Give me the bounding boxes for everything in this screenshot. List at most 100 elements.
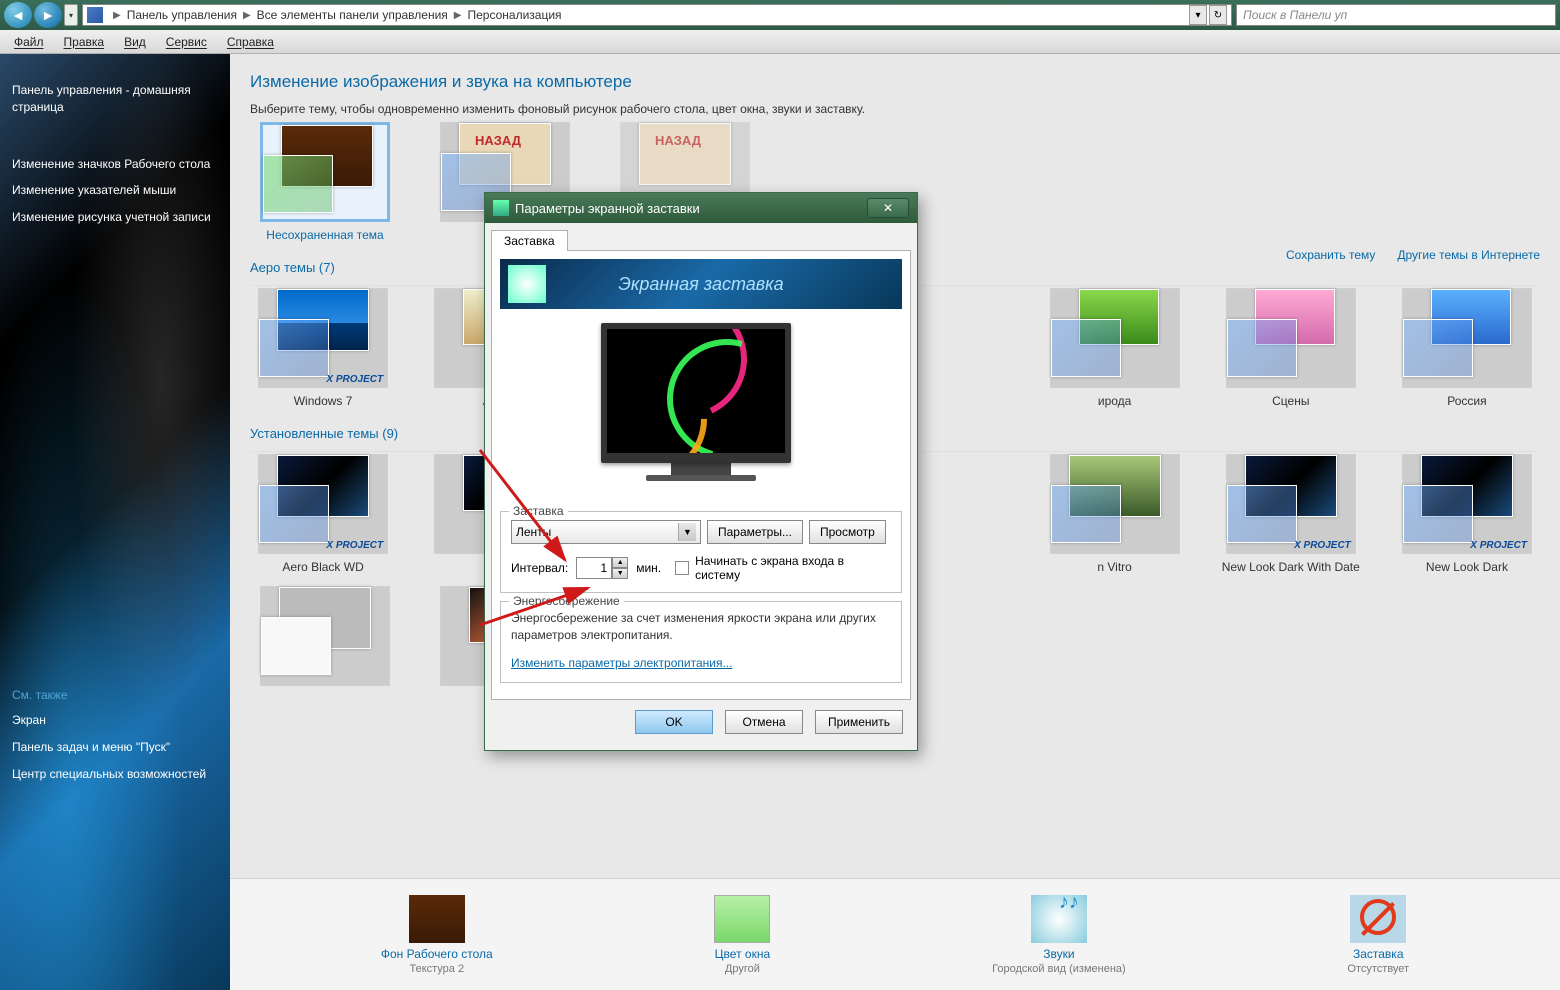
sidebar-account-picture[interactable]: Изменение рисунка учетной записи: [12, 209, 218, 226]
desktop-bg-icon: [409, 895, 465, 943]
bottom-sub: Текстура 2: [381, 963, 493, 975]
theme-item[interactable]: n Vitro: [1042, 454, 1188, 574]
theme-label: Сцены: [1218, 394, 1364, 408]
address-dropdown[interactable]: ▾: [1189, 5, 1207, 25]
sidebar-taskbar[interactable]: Панель задач и меню "Пуск": [12, 739, 218, 756]
spin-down[interactable]: ▼: [612, 568, 628, 579]
theme-thumb: X PROJECT: [1402, 454, 1532, 554]
location-icon: [87, 7, 103, 23]
banner-text: Экранная заставка: [618, 274, 783, 295]
breadcrumb-bar[interactable]: ▶ Панель управления ▶ Все элементы панел…: [82, 4, 1232, 26]
screensaver-group: Заставка Ленты ▼ Параметры... Просмотр И…: [500, 511, 902, 593]
chevron-right-icon: ▶: [454, 10, 462, 21]
sidebar-ease-of-access[interactable]: Центр специальных возможностей: [12, 766, 218, 783]
theme-thumb: [1050, 288, 1180, 388]
address-toolbar: ◄ ► ▾ ▶ Панель управления ▶ Все элементы…: [0, 0, 1560, 30]
dialog-titlebar[interactable]: Параметры экранной заставки ✕: [485, 193, 917, 223]
power-link[interactable]: Изменить параметры электропитания...: [511, 656, 732, 670]
back-button[interactable]: ◄: [4, 2, 32, 28]
chevron-right-icon: ▶: [243, 10, 251, 21]
bottom-title: Цвет окна: [714, 947, 770, 961]
close-button[interactable]: ✕: [867, 198, 909, 218]
theme-item[interactable]: X PROJECT Windows 7: [250, 288, 396, 408]
checkbox-label: Начинать с экрана входа в систему: [695, 554, 891, 582]
breadcrumb-part[interactable]: Панель управления: [127, 8, 237, 22]
bottom-sub: Другой: [714, 963, 770, 975]
theme-item[interactable]: ирода: [1042, 288, 1188, 408]
login-screen-checkbox[interactable]: [675, 561, 689, 575]
ok-button[interactable]: OK: [635, 710, 713, 734]
menu-file[interactable]: Файл: [4, 33, 54, 51]
theme-label: Россия: [1394, 394, 1540, 408]
cancel-button[interactable]: Отмена: [725, 710, 803, 734]
bottom-sounds[interactable]: ♪♪ Звуки Городской вид (изменена): [992, 895, 1126, 975]
theme-label: ирода: [1042, 394, 1188, 408]
params-button[interactable]: Параметры...: [707, 520, 803, 544]
bottom-title: Звуки: [992, 947, 1126, 961]
menu-edit[interactable]: Правка: [54, 33, 115, 51]
theme-thumb: [1050, 454, 1180, 554]
bottom-sub: Отсутствует: [1347, 963, 1409, 975]
bottom-desktop-bg[interactable]: Фон Рабочего стола Текстура 2: [381, 895, 493, 975]
tab-screensaver: Заставка: [491, 230, 568, 251]
theme-thumb: [260, 122, 390, 222]
theme-item-unsaved[interactable]: Несохраненная тема: [250, 122, 400, 242]
theme-label: Несохраненная тема: [250, 228, 400, 242]
window-color-icon: [714, 895, 770, 943]
bottom-title: Фон Рабочего стола: [381, 947, 493, 961]
monitor-preview: [601, 323, 801, 503]
sidebar-desktop-icons[interactable]: Изменение значков Рабочего стола: [12, 156, 218, 173]
interval-unit: мин.: [636, 561, 661, 575]
sidebar-display[interactable]: Экран: [12, 712, 218, 729]
theme-label: n Vitro: [1042, 560, 1188, 574]
bottom-bar: Фон Рабочего стола Текстура 2 Цвет окна …: [230, 878, 1560, 990]
history-dropdown[interactable]: ▾: [64, 4, 78, 26]
theme-label: New Look Dark: [1394, 560, 1540, 574]
theme-label: Windows 7: [250, 394, 396, 408]
theme-item[interactable]: [250, 586, 400, 686]
search-input[interactable]: Поиск в Панели уп: [1236, 4, 1556, 26]
forward-button[interactable]: ►: [34, 2, 62, 28]
power-text: Энергосбережение за счет изменения яркос…: [511, 610, 891, 644]
see-also-label: См. также: [12, 688, 218, 702]
page-title: Изменение изображения и звука на компьют…: [250, 72, 1540, 92]
chevron-right-icon: ▶: [113, 10, 121, 21]
spin-up[interactable]: ▲: [612, 557, 628, 568]
group-label: Энергосбережение: [509, 594, 624, 608]
preview-button[interactable]: Просмотр: [809, 520, 886, 544]
more-themes-link[interactable]: Другие темы в Интернете: [1397, 248, 1540, 262]
theme-label: Aero Black WD: [250, 560, 396, 574]
dialog-title: Параметры экранной заставки: [515, 201, 700, 216]
menu-help[interactable]: Справка: [217, 33, 284, 51]
chevron-down-icon: ▼: [678, 523, 696, 541]
group-label: Заставка: [509, 504, 568, 518]
apply-button[interactable]: Применить: [815, 710, 903, 734]
dialog-icon: [493, 200, 509, 216]
screensaver-combo[interactable]: Ленты ▼: [511, 520, 701, 544]
breadcrumb-part[interactable]: Персонализация: [467, 8, 561, 22]
theme-item[interactable]: Сцены: [1218, 288, 1364, 408]
bottom-window-color[interactable]: Цвет окна Другой: [714, 895, 770, 975]
bottom-title: Заставка: [1347, 947, 1409, 961]
breadcrumb-part[interactable]: Все элементы панели управления: [257, 8, 448, 22]
bottom-screensaver[interactable]: Заставка Отсутствует: [1347, 895, 1409, 975]
theme-thumb: [1226, 288, 1356, 388]
search-placeholder: Поиск в Панели уп: [1243, 8, 1347, 22]
interval-input[interactable]: [576, 557, 612, 579]
theme-thumb: X PROJECT: [1226, 454, 1356, 554]
theme-item[interactable]: X PROJECT New Look Dark With Date: [1218, 454, 1364, 574]
theme-thumb: [260, 586, 390, 686]
refresh-button[interactable]: ↻: [1209, 5, 1227, 25]
menu-tools[interactable]: Сервис: [156, 33, 217, 51]
sidebar-mouse-pointers[interactable]: Изменение указателей мыши: [12, 182, 218, 199]
menu-view[interactable]: Вид: [114, 33, 156, 51]
screensaver-dialog: Параметры экранной заставки ✕ Заставка Э…: [484, 192, 918, 751]
interval-label: Интервал:: [511, 561, 568, 575]
sounds-icon: ♪♪: [1031, 895, 1087, 943]
theme-item[interactable]: Россия: [1394, 288, 1540, 408]
save-theme-link[interactable]: Сохранить тему: [1286, 248, 1375, 262]
theme-item[interactable]: X PROJECT New Look Dark: [1394, 454, 1540, 574]
banner-icon: [508, 265, 546, 303]
theme-item[interactable]: X PROJECT Aero Black WD: [250, 454, 396, 574]
sidebar-home[interactable]: Панель управления - домашняя страница: [12, 82, 218, 116]
